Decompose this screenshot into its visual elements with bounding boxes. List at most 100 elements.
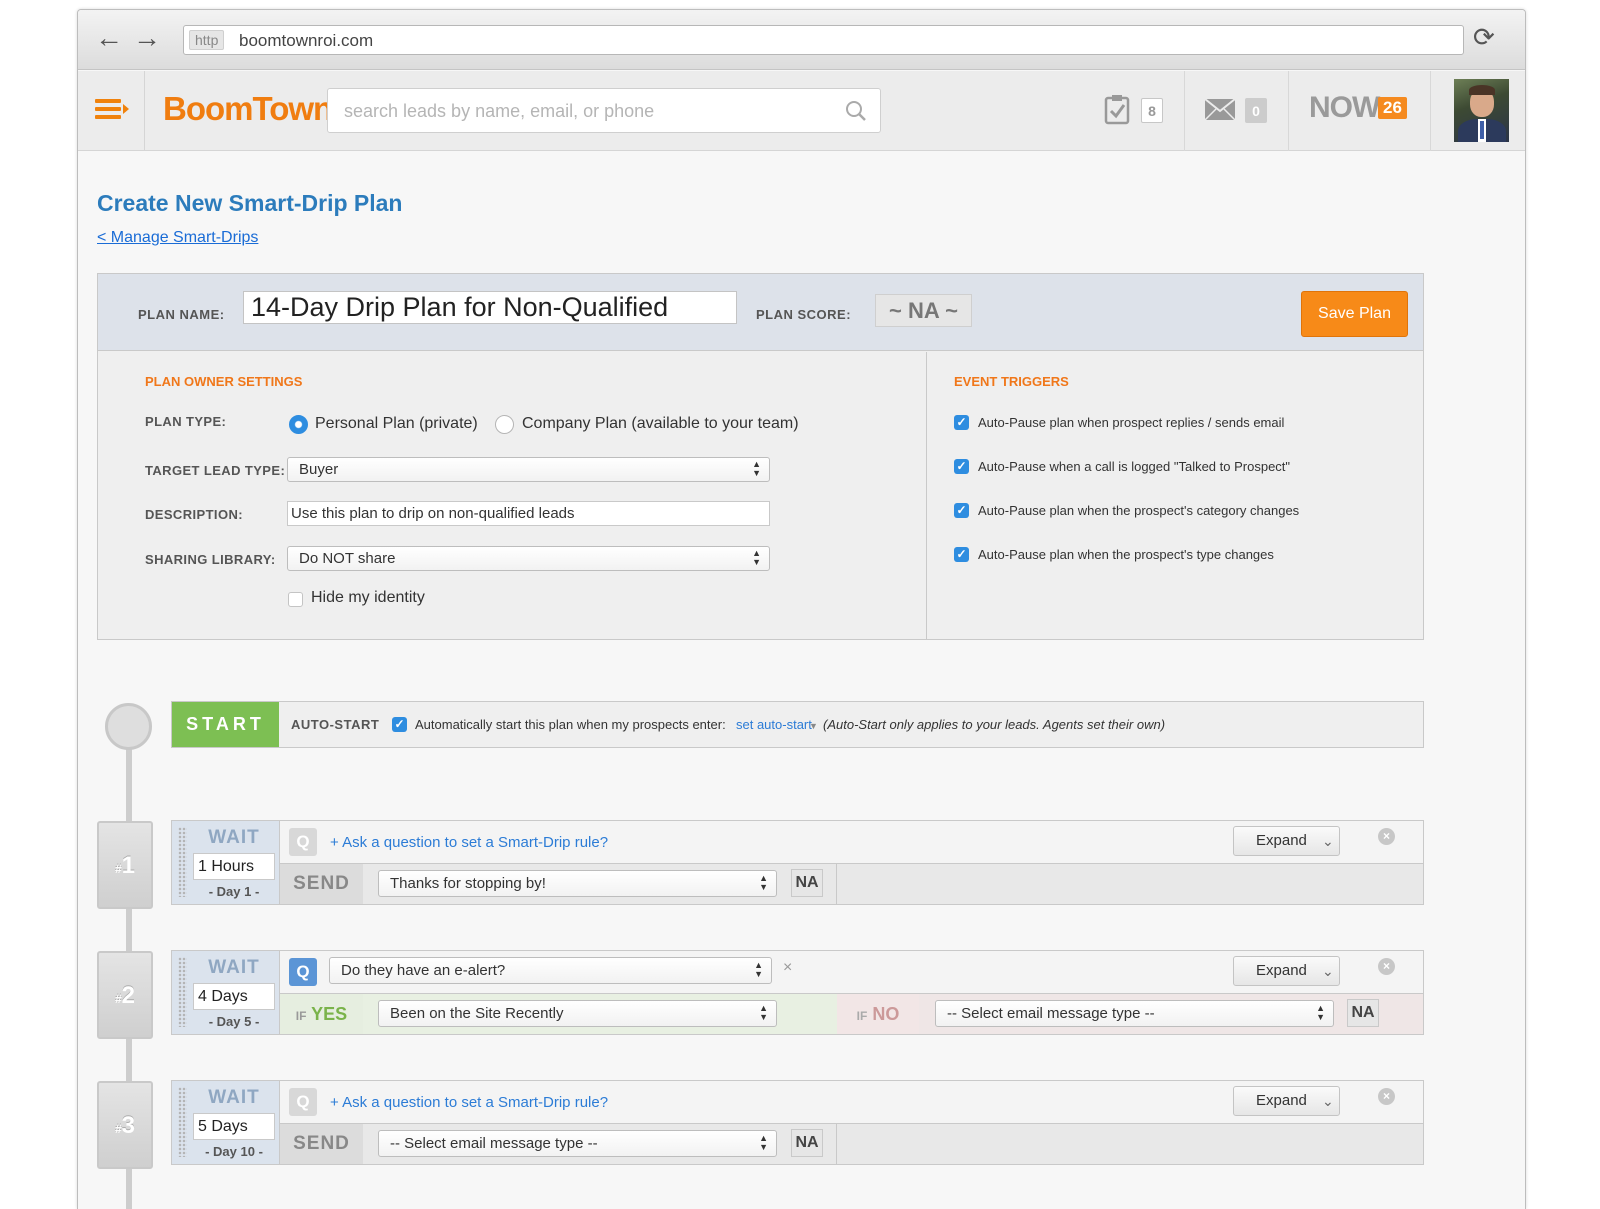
branch-row: IF YES Been on the Site Recently ▲ ▼ IF NO… xyxy=(280,993,1423,1034)
ask-question-link[interactable]: + Ask a question to set a Smart-Drip rul… xyxy=(330,834,608,851)
plan-owner-settings: PLAN OWNER SETTINGS PLAN TYPE: Personal … xyxy=(98,352,927,639)
trigger-checkbox[interactable]: ✓ xyxy=(954,503,969,518)
set-auto-start-link[interactable]: set auto-start xyxy=(736,717,812,732)
trigger-checkbox[interactable]: ✓ xyxy=(954,459,969,474)
app-header: BoomTown! search leads by name, email, o… xyxy=(78,71,1525,151)
send-email-select[interactable]: Thanks for stopping by! ▲ ▼ xyxy=(378,870,777,897)
close-step-icon[interactable]: × xyxy=(1378,958,1395,975)
avatar-tie xyxy=(1480,121,1484,139)
personal-plan-radio[interactable] xyxy=(289,415,308,434)
app-logo[interactable]: BoomTown! xyxy=(163,90,343,128)
expand-button[interactable]: Expand ⌄ xyxy=(1233,826,1340,856)
step-hash: # xyxy=(114,862,122,876)
page-title: Create New Smart-Drip Plan xyxy=(97,190,403,216)
plan-header-bar: PLAN NAME: 14-Day Drip Plan for Non-Qual… xyxy=(98,274,1423,351)
trigger-checkbox[interactable]: ✓ xyxy=(954,415,969,430)
search-icon[interactable] xyxy=(845,100,867,122)
now-label[interactable]: NOW xyxy=(1309,91,1380,125)
yes-email-select[interactable]: Been on the Site Recently ▲ ▼ xyxy=(378,1000,777,1027)
select-value: Buyer xyxy=(299,461,339,478)
description-input[interactable]: Use this plan to drip on non-qualified l… xyxy=(287,501,770,526)
select-arrows-icon: ▲ ▼ xyxy=(1316,1003,1325,1022)
wait-input[interactable]: 4 Days xyxy=(193,983,275,1010)
wait-box: WAIT 4 Days - Day 5 - xyxy=(172,951,280,1034)
drag-handle-icon[interactable] xyxy=(178,827,187,897)
expand-button[interactable]: Expand ⌄ xyxy=(1233,1086,1340,1116)
select-value: Thanks for stopping by! xyxy=(390,875,546,892)
company-plan-label[interactable]: Company Plan (available to your team) xyxy=(522,415,799,433)
remove-question-icon[interactable]: × xyxy=(783,959,792,977)
trigger-label: Auto-Pause plan when prospect replies / … xyxy=(978,415,1285,430)
plan-score-value: ~ NA ~ xyxy=(875,294,972,327)
chevron-double-down-icon: ⌄ xyxy=(1322,963,1334,979)
chevron-double-down-icon: ⌄ xyxy=(1322,833,1334,849)
hamburger-icon-bar xyxy=(95,107,121,111)
dropdown-arrow-icon[interactable]: ▼ xyxy=(809,721,818,731)
start-row: START AUTO-START ✓ Automatically start t… xyxy=(171,701,1424,748)
day-label: - Day 1 - xyxy=(208,884,260,899)
event-triggers: EVENT TRIGGERS ✓ Auto-Pause plan when pr… xyxy=(928,352,1423,639)
back-arrow-icon[interactable]: ← xyxy=(95,24,123,52)
address-bar[interactable]: http boomtownroi.com xyxy=(183,25,1464,55)
browser-window: ← → http boomtownroi.com ⟳ BoomTown! sea… xyxy=(77,9,1526,1209)
question-select[interactable]: Do they have an e-alert? ▲ ▼ xyxy=(329,957,772,984)
close-step-icon[interactable]: × xyxy=(1378,828,1395,845)
hide-identity-checkbox[interactable] xyxy=(288,592,303,607)
step-number: #1 xyxy=(97,821,153,909)
step-1: WAIT 1 Hours - Day 1 - Q + Ask a questio… xyxy=(171,820,1424,905)
close-step-icon[interactable]: × xyxy=(1378,1088,1395,1105)
trigger-checkbox[interactable]: ✓ xyxy=(954,547,969,562)
tasks-clipboard-icon[interactable] xyxy=(1104,93,1130,125)
trigger-label: Auto-Pause when a call is logged "Talked… xyxy=(978,459,1291,474)
expand-label: Expand xyxy=(1256,832,1307,849)
drag-handle-icon[interactable] xyxy=(178,957,187,1027)
auto-start-text: Automatically start this plan when my pr… xyxy=(415,717,726,732)
empty-area xyxy=(836,864,1423,904)
lead-search-input[interactable]: search leads by name, email, or phone xyxy=(327,88,881,133)
url-text: boomtownroi.com xyxy=(239,31,374,50)
personal-plan-label[interactable]: Personal Plan (private) xyxy=(315,415,478,433)
wait-input[interactable]: 5 Days xyxy=(193,1113,275,1140)
step-number-value: 1 xyxy=(121,852,136,879)
wait-input[interactable]: 1 Hours xyxy=(193,853,275,880)
auto-start-label: AUTO-START xyxy=(291,717,380,732)
step-3: WAIT 5 Days - Day 10 - Q + Ask a questio… xyxy=(171,1080,1424,1165)
question-icon[interactable]: Q xyxy=(289,1088,317,1116)
no-email-select[interactable]: -- Select email message type -- ▲ ▼ xyxy=(935,1000,1334,1027)
hide-identity-label[interactable]: Hide my identity xyxy=(311,589,425,607)
empty-area xyxy=(836,1124,1423,1164)
plan-settings-panel: PLAN NAME: 14-Day Drip Plan for Non-Qual… xyxy=(97,273,1424,640)
send-email-select[interactable]: -- Select email message type -- ▲ ▼ xyxy=(378,1130,777,1157)
step-number-value: 3 xyxy=(121,1112,136,1139)
reload-icon[interactable]: ⟳ xyxy=(1473,24,1495,50)
ask-question-link[interactable]: + Ask a question to set a Smart-Drip rul… xyxy=(330,1094,608,1111)
plan-type-label: PLAN TYPE: xyxy=(145,414,227,429)
drag-handle-icon[interactable] xyxy=(178,1087,187,1157)
question-icon[interactable]: Q xyxy=(289,828,317,856)
auto-start-note: (Auto-Start only applies to your leads. … xyxy=(823,717,1166,732)
menu-button[interactable] xyxy=(78,71,145,151)
company-plan-radio[interactable] xyxy=(495,415,514,434)
manage-smart-drips-link[interactable]: < Manage Smart-Drips xyxy=(97,229,258,247)
expand-button[interactable]: Expand ⌄ xyxy=(1233,956,1340,986)
select-value: Do NOT share xyxy=(299,550,396,567)
send-label: SEND xyxy=(280,864,363,904)
user-avatar[interactable] xyxy=(1454,79,1509,142)
save-plan-button[interactable]: Save Plan xyxy=(1301,291,1408,337)
chevron-double-down-icon: ⌄ xyxy=(1322,1093,1334,1109)
wait-label: WAIT xyxy=(208,827,260,848)
na-score: NA xyxy=(791,1129,823,1157)
search-placeholder: search leads by name, email, or phone xyxy=(344,101,655,121)
auto-start-checkbox[interactable]: ✓ xyxy=(392,717,407,732)
expand-label: Expand xyxy=(1256,1092,1307,1109)
question-icon[interactable]: Q xyxy=(289,958,317,986)
target-lead-type-select[interactable]: Buyer ▲ ▼ xyxy=(287,457,770,482)
forward-arrow-icon[interactable]: → xyxy=(133,24,161,52)
if-label: IF xyxy=(295,1009,307,1023)
sharing-library-select[interactable]: Do NOT share ▲ ▼ xyxy=(287,546,770,571)
messages-envelope-icon[interactable] xyxy=(1204,98,1236,121)
header-divider xyxy=(1430,71,1431,151)
step-number: #3 xyxy=(97,1081,153,1169)
start-button[interactable]: START xyxy=(172,702,279,747)
plan-name-input[interactable]: 14-Day Drip Plan for Non-Qualified xyxy=(243,291,737,324)
